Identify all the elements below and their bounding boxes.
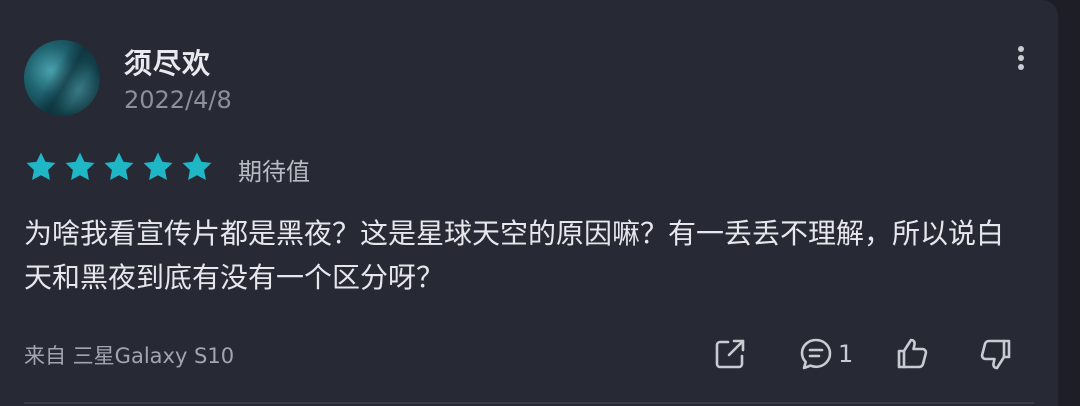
username[interactable]: 须尽欢 — [124, 42, 211, 82]
avatar[interactable] — [24, 40, 100, 116]
star-icon — [104, 152, 134, 181]
star-icon — [65, 152, 95, 181]
star-icon — [182, 152, 212, 181]
share-button[interactable] — [712, 334, 748, 374]
rating-label: 期待值 — [238, 158, 310, 186]
review-card: 须尽欢 2022/4/8 期待值 为啥我看宣传片都是黑夜？这是星球天空的原因嘛？… — [0, 0, 1058, 406]
more-vertical-icon[interactable] — [1010, 44, 1032, 72]
star-rating — [24, 150, 214, 184]
share-icon — [715, 339, 745, 369]
like-button[interactable] — [894, 334, 930, 374]
thumbs-down-icon — [980, 339, 1011, 370]
comment-count: 1 — [838, 340, 854, 368]
star-icon — [143, 152, 173, 181]
review-text: 为啥我看宣传片都是黑夜？这是星球天空的原因嘛？有一丢丢不理解，所以说白天和黑夜到… — [24, 217, 1005, 294]
dislike-button[interactable] — [978, 334, 1014, 374]
device-source: 来自 三星Galaxy S10 — [24, 344, 235, 368]
thumbs-up-icon — [897, 338, 928, 369]
divider — [24, 402, 1034, 404]
review-date: 2022/4/8 — [124, 86, 232, 114]
comment-icon — [800, 338, 832, 370]
comment-button[interactable]: 1 — [798, 334, 853, 374]
star-icon — [26, 152, 56, 181]
